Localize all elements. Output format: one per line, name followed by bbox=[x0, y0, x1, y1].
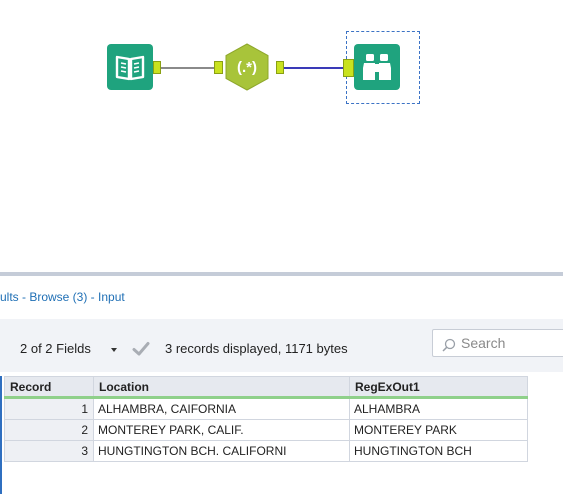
record-number: 2 bbox=[4, 419, 94, 441]
table-row[interactable]: 2 MONTEREY PARK, CALIF. MONTEREY PARK bbox=[4, 419, 528, 441]
table-row[interactable]: 1 ALHAMBRA, CAIFORNIA ALHAMBRA bbox=[4, 397, 528, 420]
binoculars-icon bbox=[363, 54, 391, 80]
regexout-cell[interactable]: HUNGTINGTON BCH bbox=[349, 440, 528, 462]
regexout-cell[interactable]: MONTEREY PARK bbox=[349, 419, 528, 441]
column-header-record[interactable]: Record bbox=[4, 376, 94, 399]
browse-tool[interactable] bbox=[354, 44, 400, 90]
checkmark-icon[interactable] bbox=[132, 340, 150, 358]
regex-output-anchor[interactable] bbox=[276, 61, 284, 74]
location-cell[interactable]: HUNGTINGTON BCH. CALIFORNI bbox=[93, 440, 350, 462]
column-header-regexout1[interactable]: RegExOut1 bbox=[349, 376, 528, 399]
header-row: Record Location RegExOut1 bbox=[4, 376, 528, 399]
regex-icon: (.*) bbox=[225, 43, 269, 91]
search-icon bbox=[442, 338, 456, 352]
regexout-cell[interactable]: ALHAMBRA bbox=[349, 397, 528, 420]
input-output-anchor[interactable] bbox=[153, 61, 161, 74]
connection-input-to-regex[interactable] bbox=[161, 67, 214, 69]
location-cell[interactable]: MONTEREY PARK, CALIF. bbox=[93, 419, 350, 441]
active-edge-marker bbox=[0, 376, 2, 494]
column-header-location[interactable]: Location bbox=[93, 376, 350, 399]
location-cell[interactable]: ALHAMBRA, CAIFORNIA bbox=[93, 397, 350, 420]
results-table: Record Location RegExOut1 1 ALHAMBRA, CA… bbox=[4, 376, 528, 462]
record-number: 3 bbox=[4, 440, 94, 462]
table-row[interactable]: 3 HUNGTINGTON BCH. CALIFORNI HUNGTINGTON… bbox=[4, 440, 528, 462]
regex-input-anchor[interactable] bbox=[214, 61, 223, 74]
browse-input-anchor[interactable] bbox=[343, 59, 354, 77]
input-data-tool[interactable] bbox=[107, 44, 153, 90]
results-pane: ults - Browse (3) - Input 2 of 2 Fields … bbox=[0, 276, 563, 494]
chevron-down-icon[interactable] bbox=[111, 348, 117, 352]
svg-text:(.*): (.*) bbox=[237, 59, 257, 76]
results-toolbar: 2 of 2 Fields 3 records displayed, 1171 … bbox=[0, 319, 563, 372]
records-info: 3 records displayed, 1171 bytes bbox=[165, 341, 348, 356]
search-box[interactable] bbox=[432, 329, 563, 357]
results-title: ults - Browse (3) - Input bbox=[0, 290, 125, 304]
regex-tool[interactable]: (.*) bbox=[223, 43, 271, 91]
search-input[interactable] bbox=[461, 335, 561, 351]
record-number: 1 bbox=[4, 397, 94, 420]
fields-dropdown[interactable]: 2 of 2 Fields bbox=[20, 341, 91, 356]
workflow-canvas[interactable]: (.*) bbox=[0, 0, 563, 272]
book-icon bbox=[115, 55, 145, 81]
connection-regex-to-browse[interactable] bbox=[284, 67, 344, 69]
